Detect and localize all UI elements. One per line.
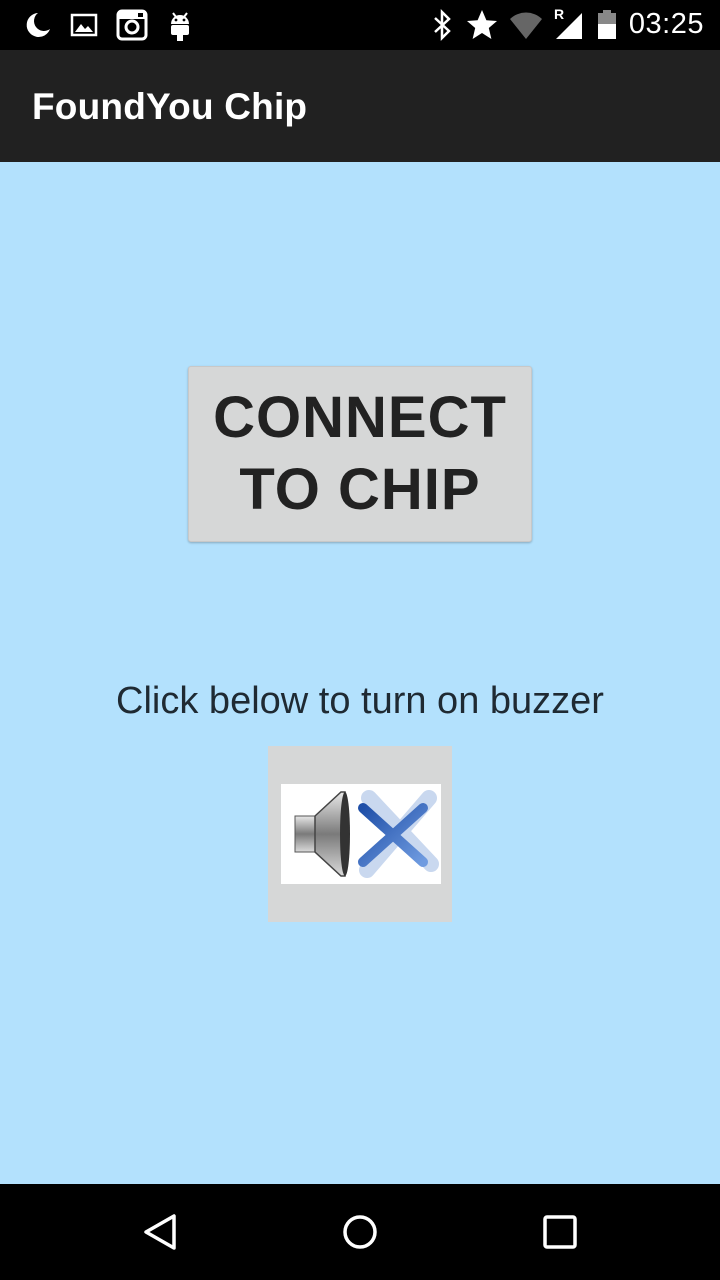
buzzer-label: Click below to turn on buzzer <box>116 680 604 722</box>
image-icon <box>70 13 98 37</box>
instagram-icon <box>116 9 148 41</box>
buzzer-toggle-button[interactable] <box>268 746 452 922</box>
home-icon[interactable] <box>336 1208 384 1256</box>
bluetooth-icon <box>434 8 451 42</box>
app-bar: FoundYou Chip <box>0 50 720 162</box>
main-content: CONNECT TO CHIP Click below to turn on b… <box>0 162 720 1184</box>
status-bar: R 03:25 <box>0 0 720 50</box>
battery-icon <box>598 10 616 39</box>
star-icon <box>467 10 497 39</box>
network-badge: R <box>554 6 565 22</box>
app-title: FoundYou Chip <box>32 86 308 127</box>
connect-button-line1: CONNECT <box>213 385 507 450</box>
moon-icon <box>26 13 50 37</box>
wifi-icon <box>510 12 542 40</box>
recents-icon[interactable] <box>536 1208 584 1256</box>
connect-to-chip-button[interactable]: CONNECT TO CHIP <box>188 366 532 542</box>
android-icon <box>171 12 189 41</box>
clock: 03:25 <box>628 8 704 40</box>
back-icon[interactable] <box>136 1208 184 1256</box>
navigation-bar <box>0 1184 720 1280</box>
speaker-muted-icon <box>281 784 441 884</box>
connect-button-line2: TO CHIP <box>239 457 481 522</box>
